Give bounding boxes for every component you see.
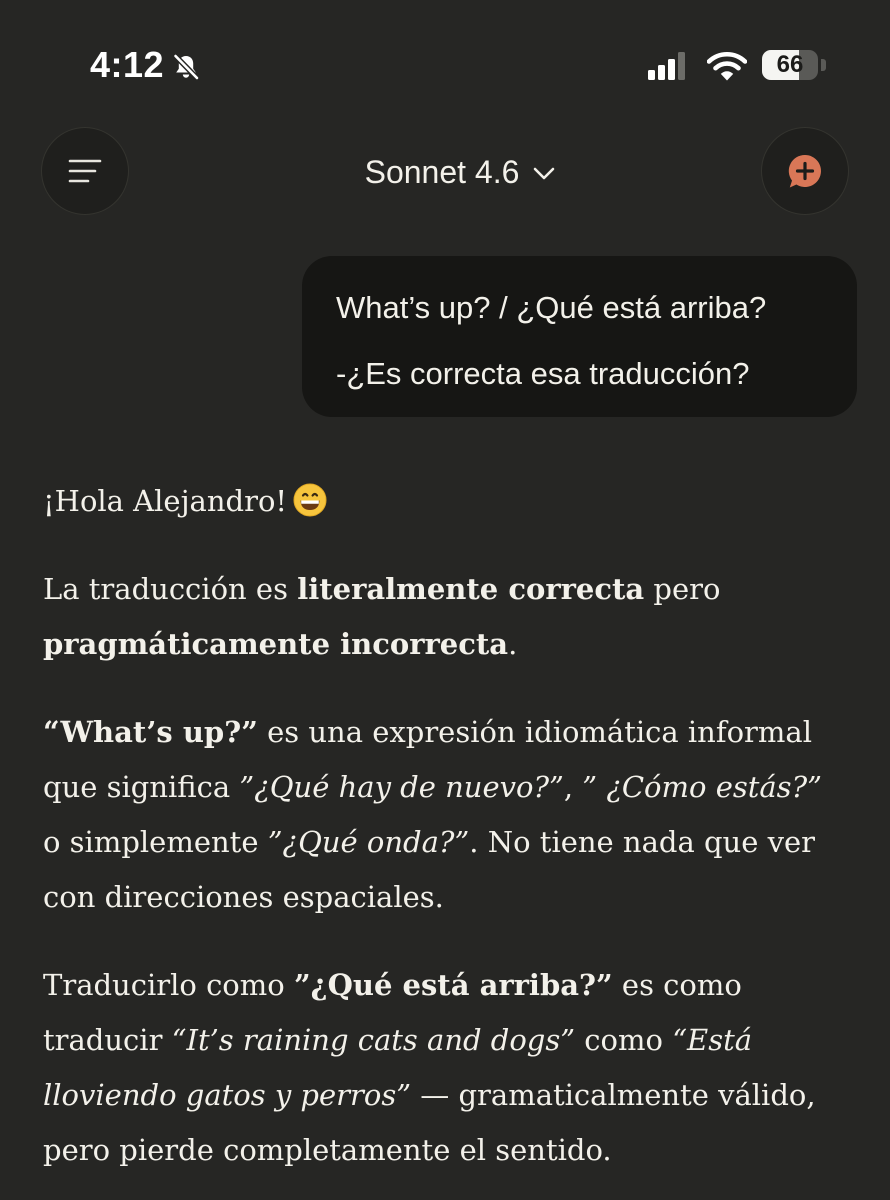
text-run: Traducirlo como bbox=[43, 968, 294, 1002]
italic-run: ”¿Qué hay de nuevo?” bbox=[239, 770, 564, 804]
italic-run: ”¿Qué onda?” bbox=[267, 825, 470, 859]
text-run: . bbox=[508, 627, 518, 661]
status-time: 4:12 bbox=[90, 44, 165, 85]
new-chat-button[interactable] bbox=[762, 128, 848, 214]
bell-slash-icon bbox=[172, 53, 200, 81]
italic-run: “It’s raining cats and dogs” bbox=[171, 1023, 576, 1057]
paragraph-4: Traducirlo como ”¿Qué está arriba?” es c… bbox=[43, 958, 833, 1178]
greeting-text: ¡Hola Alejandro! bbox=[43, 484, 288, 518]
model-selector[interactable]: Sonnet 4.6 bbox=[330, 144, 590, 200]
bold-run: pragmáticamente incorrecta bbox=[43, 627, 509, 661]
status-bar: 4:12 66 bbox=[0, 0, 890, 130]
battery-nub bbox=[821, 59, 826, 71]
user-message-bubble: What’s up? / ¿Qué está arriba? -¿Es corr… bbox=[302, 256, 857, 417]
grinning-face-emoji-icon bbox=[293, 483, 327, 517]
assistant-response: ¡Hola Alejandro! La traducción es litera… bbox=[43, 474, 833, 1178]
bold-run: ”¿Qué está arriba?” bbox=[293, 968, 613, 1002]
user-message-line: -¿Es correcta esa traducción? bbox=[336, 356, 750, 391]
paragraph-2: La traducción es literalmente correcta p… bbox=[43, 562, 833, 672]
text-run: o simplemente bbox=[43, 825, 268, 859]
text-run: pero bbox=[644, 572, 721, 606]
italic-run: ” ¿Cómo estás?” bbox=[582, 770, 822, 804]
chevron-down-icon bbox=[534, 167, 555, 179]
paragraph-3: “What’s up?” es una expresión idiomática… bbox=[43, 705, 833, 925]
chat-plus-icon bbox=[788, 154, 821, 188]
battery-percentage: 66 bbox=[776, 51, 804, 78]
menu-button[interactable] bbox=[42, 128, 128, 214]
battery-indicator: 66 bbox=[762, 50, 818, 80]
text-run: La traducción es bbox=[43, 572, 298, 606]
bold-run: literalmente correcta bbox=[297, 572, 645, 606]
menu-lines-icon bbox=[68, 159, 102, 183]
cellular-signal-icon bbox=[648, 52, 685, 80]
wifi-icon bbox=[707, 51, 747, 81]
text-run: , bbox=[563, 770, 583, 804]
text-run: como bbox=[575, 1023, 673, 1057]
user-message-line: What’s up? / ¿Qué está arriba? bbox=[336, 290, 767, 325]
bold-run: “What’s up?” bbox=[43, 715, 258, 749]
model-name: Sonnet 4.6 bbox=[364, 153, 520, 190]
greeting-paragraph: ¡Hola Alejandro! bbox=[43, 474, 833, 529]
